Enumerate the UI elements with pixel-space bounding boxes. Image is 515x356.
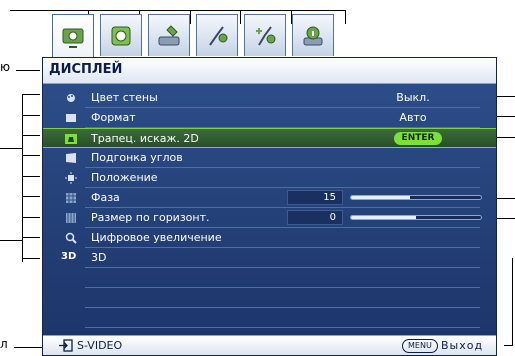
phase-value: 15 xyxy=(287,190,343,205)
row-divider xyxy=(85,327,480,328)
source-callout-label: л xyxy=(0,337,8,351)
corner-fit-label: Подгонка углов xyxy=(91,151,183,164)
input-source-icon xyxy=(59,339,73,352)
h-size-value: 0 xyxy=(287,210,343,225)
h-size-slider-fill xyxy=(351,216,416,219)
tab-picture[interactable] xyxy=(100,14,142,56)
tab-system-setup-basic[interactable] xyxy=(196,14,238,56)
3d-icon: 3D xyxy=(61,251,77,262)
advanced-setup-icon xyxy=(256,25,276,46)
current-source-label: S-VIDEO xyxy=(77,339,123,352)
menu-item-phase[interactable]: Фаза 15 xyxy=(43,188,496,208)
aspect-ratio-icon xyxy=(66,114,76,122)
wall-color-value: Выкл. xyxy=(396,91,430,104)
tab-source[interactable] xyxy=(148,14,190,56)
phase-slider[interactable] xyxy=(350,195,482,200)
empty-row xyxy=(43,308,496,328)
source-icon xyxy=(158,24,180,45)
keystone-icon xyxy=(65,134,77,144)
phase-slider-fill xyxy=(351,196,410,199)
menu-header: ДИСПЛЕЙ xyxy=(43,58,496,84)
menu-key-badge: MENU xyxy=(402,339,438,353)
exit-label[interactable]: Выход xyxy=(441,339,483,352)
menu-callout-label: ю xyxy=(0,60,11,74)
aspect-ratio-value: Авто xyxy=(399,111,427,124)
tab-display[interactable] xyxy=(52,14,94,60)
tab-system-setup-advanced[interactable] xyxy=(244,14,286,56)
digital-zoom-label: Цифровое увеличение xyxy=(91,231,222,244)
corner-fit-icon xyxy=(66,153,76,163)
position-label: Положение xyxy=(91,171,158,184)
h-size-icon xyxy=(66,213,76,223)
menu-item-corner-fit[interactable]: Подгонка углов xyxy=(43,148,496,168)
menu-item-position[interactable]: Положение xyxy=(43,168,496,188)
phase-label: Фаза xyxy=(91,191,120,204)
h-size-label: Размер по горизонт. xyxy=(91,211,210,224)
menu-tab-bar xyxy=(42,14,362,60)
aspect-ratio-label: Формат xyxy=(91,111,136,124)
menu-item-h-size[interactable]: Размер по горизонт. 0 xyxy=(43,208,496,228)
keystone-label: Трапец. искаж. 2D xyxy=(91,132,199,145)
position-icon xyxy=(65,172,77,184)
information-icon xyxy=(303,26,323,45)
empty-row xyxy=(43,268,496,288)
menu-item-3d[interactable]: 3D 3D xyxy=(43,248,496,268)
h-size-slider[interactable] xyxy=(350,215,482,220)
3d-label: 3D xyxy=(91,251,107,264)
menu-item-wall-color[interactable]: Цвет стены Выкл. xyxy=(43,88,496,108)
display-settings-icon xyxy=(62,28,84,48)
phase-icon xyxy=(66,193,76,203)
enter-badge[interactable]: ENTER xyxy=(394,132,442,145)
menu-item-keystone-2d[interactable]: Трапец. искаж. 2D ENTER xyxy=(43,128,496,148)
system-setup-icon xyxy=(209,25,228,46)
wall-color-icon xyxy=(67,94,75,102)
empty-row xyxy=(43,288,496,308)
picture-icon xyxy=(111,26,131,45)
digital-zoom-icon xyxy=(65,232,77,244)
osd-menu-panel: ДИСПЛЕЙ Цвет стены Выкл. Формат Авто Тра… xyxy=(42,57,497,356)
page-title: ДИСПЛЕЙ xyxy=(49,62,123,77)
tab-information[interactable] xyxy=(292,14,334,56)
menu-footer: S-VIDEO MENU Выход xyxy=(43,335,496,355)
menu-item-aspect-ratio[interactable]: Формат Авто xyxy=(43,108,496,128)
wall-color-label: Цвет стены xyxy=(91,91,158,104)
menu-item-digital-zoom[interactable]: Цифровое увеличение xyxy=(43,228,496,248)
